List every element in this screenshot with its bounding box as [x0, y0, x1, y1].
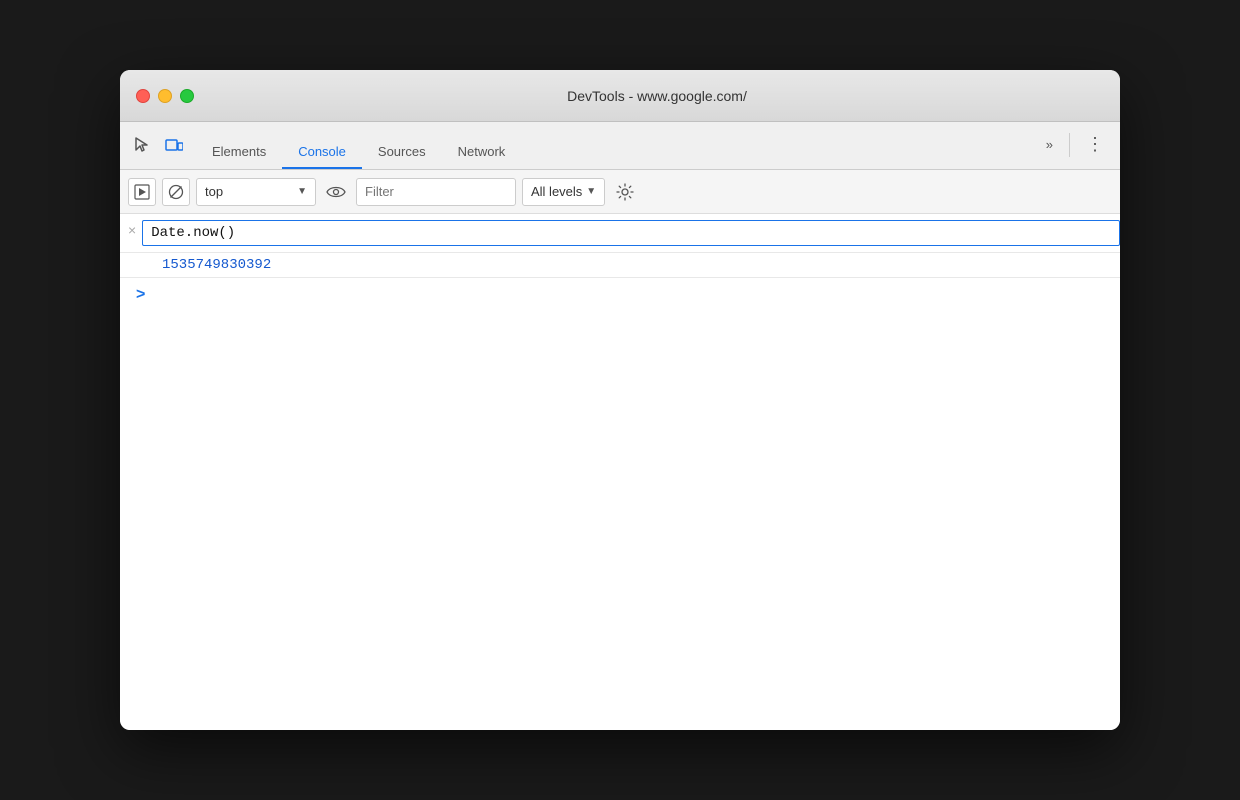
prompt-arrow-icon: >: [136, 286, 145, 304]
context-value: top: [205, 184, 293, 199]
devtools-window: DevTools - www.google.com/ Elements Cons…: [120, 70, 1120, 730]
tabs-container: Elements Console Sources Network: [196, 136, 1038, 169]
close-button[interactable]: [136, 89, 150, 103]
tab-bar: Elements Console Sources Network » ⋮: [120, 122, 1120, 170]
device-toggle-button[interactable]: [160, 131, 188, 159]
console-command-row: ×: [120, 214, 1120, 253]
console-result-row: 1535749830392: [120, 253, 1120, 278]
console-area: × 1535749830392 >: [120, 214, 1120, 730]
context-dropdown-arrow: ▼: [297, 186, 307, 197]
eye-button[interactable]: [322, 178, 350, 206]
settings-button[interactable]: [611, 178, 639, 206]
maximize-button[interactable]: [180, 89, 194, 103]
run-script-button[interactable]: [128, 178, 156, 206]
tab-bar-right: » ⋮: [1038, 130, 1112, 169]
console-result-value: 1535749830392: [162, 257, 271, 273]
divider: [1069, 133, 1070, 157]
tab-console[interactable]: Console: [282, 136, 362, 169]
tab-elements[interactable]: Elements: [196, 136, 282, 169]
title-bar: DevTools - www.google.com/: [120, 70, 1120, 122]
console-input[interactable]: [142, 220, 1120, 246]
devtools-menu-button[interactable]: ⋮: [1078, 130, 1112, 159]
levels-selector[interactable]: All levels ▼: [522, 178, 605, 206]
console-prompt-row[interactable]: >: [120, 278, 1120, 312]
traffic-lights: [136, 89, 194, 103]
tab-network[interactable]: Network: [442, 136, 522, 169]
more-tabs-button[interactable]: »: [1038, 133, 1061, 156]
inspect-icon-button[interactable]: [128, 131, 156, 159]
window-title: DevTools - www.google.com/: [210, 88, 1104, 104]
minimize-button[interactable]: [158, 89, 172, 103]
context-selector[interactable]: top ▼: [196, 178, 316, 206]
tab-sources[interactable]: Sources: [362, 136, 442, 169]
tab-bar-icons: [128, 131, 188, 169]
levels-value: All levels: [531, 184, 582, 199]
levels-dropdown-arrow: ▼: [586, 186, 596, 197]
console-toolbar: top ▼ All levels ▼: [120, 170, 1120, 214]
stop-button[interactable]: [162, 178, 190, 206]
clear-entry-button[interactable]: ×: [128, 222, 136, 238]
filter-input[interactable]: [356, 178, 516, 206]
